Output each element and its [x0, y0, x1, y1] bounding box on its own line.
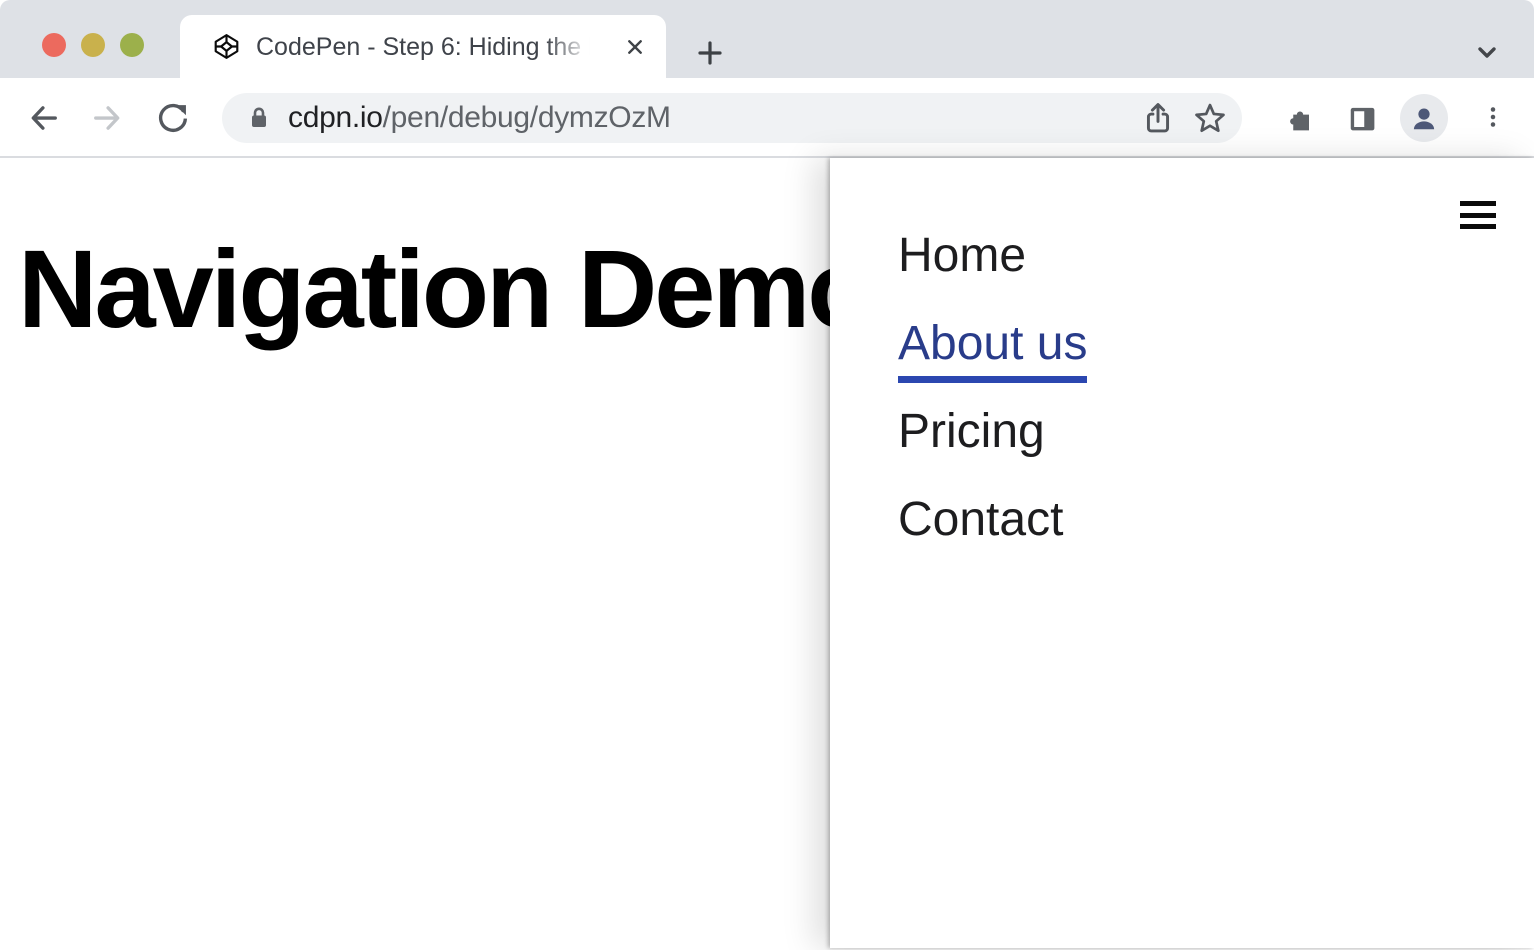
new-tab-button[interactable]	[694, 37, 726, 69]
back-button[interactable]	[26, 100, 62, 136]
lock-icon[interactable]	[247, 105, 271, 131]
page-content: Navigation Demo Home About us Pricing	[0, 158, 1534, 948]
hamburger-icon	[1460, 201, 1496, 206]
chevron-down-icon[interactable]	[1471, 36, 1503, 68]
url-host: cdpn.io	[288, 101, 383, 134]
nav-item: Home	[898, 228, 1534, 283]
window-controls	[42, 33, 144, 57]
codepen-logo-icon	[213, 33, 240, 60]
puzzle-icon[interactable]	[1282, 100, 1318, 136]
star-icon[interactable]	[1192, 100, 1228, 136]
share-icon[interactable]	[1140, 100, 1176, 136]
url-path: /pen/debug/dymzOzM	[383, 101, 671, 134]
browser-tab[interactable]: CodePen - Step 6: Hiding the li	[180, 15, 666, 78]
nav-link-about-us[interactable]: About us	[898, 317, 1087, 383]
nav-link-contact[interactable]: Contact	[898, 493, 1063, 546]
profile-avatar[interactable]	[1400, 94, 1448, 142]
nav-link-home[interactable]: Home	[898, 229, 1026, 282]
nav-item: Pricing	[898, 404, 1534, 459]
site-navigation: Home About us Pricing Contact	[830, 158, 1534, 547]
page-title: Navigation Demo	[18, 235, 871, 345]
address-bar[interactable]: cdpn.io/pen/debug/dymzOzM	[222, 93, 1242, 143]
side-panel-icon[interactable]	[1344, 100, 1380, 136]
nav-drawer: Home About us Pricing Contact	[830, 158, 1534, 948]
three-dot-menu-icon[interactable]	[1478, 100, 1508, 136]
tab-strip: CodePen - Step 6: Hiding the li	[0, 0, 1534, 78]
browser-toolbar: cdpn.io/pen/debug/dymzOzM	[0, 78, 1534, 158]
nav-link-pricing[interactable]: Pricing	[898, 405, 1045, 458]
window-close-button[interactable]	[42, 33, 66, 57]
forward-button[interactable]	[89, 100, 125, 136]
reload-button[interactable]	[155, 100, 191, 136]
window-minimize-button[interactable]	[81, 33, 105, 57]
browser-window: CodePen - Step 6: Hiding the li	[0, 0, 1534, 950]
window-zoom-button[interactable]	[120, 33, 144, 57]
url-text: cdpn.io/pen/debug/dymzOzM	[288, 101, 671, 135]
hamburger-menu-button[interactable]	[1460, 201, 1496, 229]
tab-title: CodePen - Step 6: Hiding the li	[256, 30, 598, 64]
tab-close-icon[interactable]	[622, 34, 648, 60]
nav-item: Contact	[898, 492, 1534, 547]
nav-item: About us	[898, 316, 1534, 371]
